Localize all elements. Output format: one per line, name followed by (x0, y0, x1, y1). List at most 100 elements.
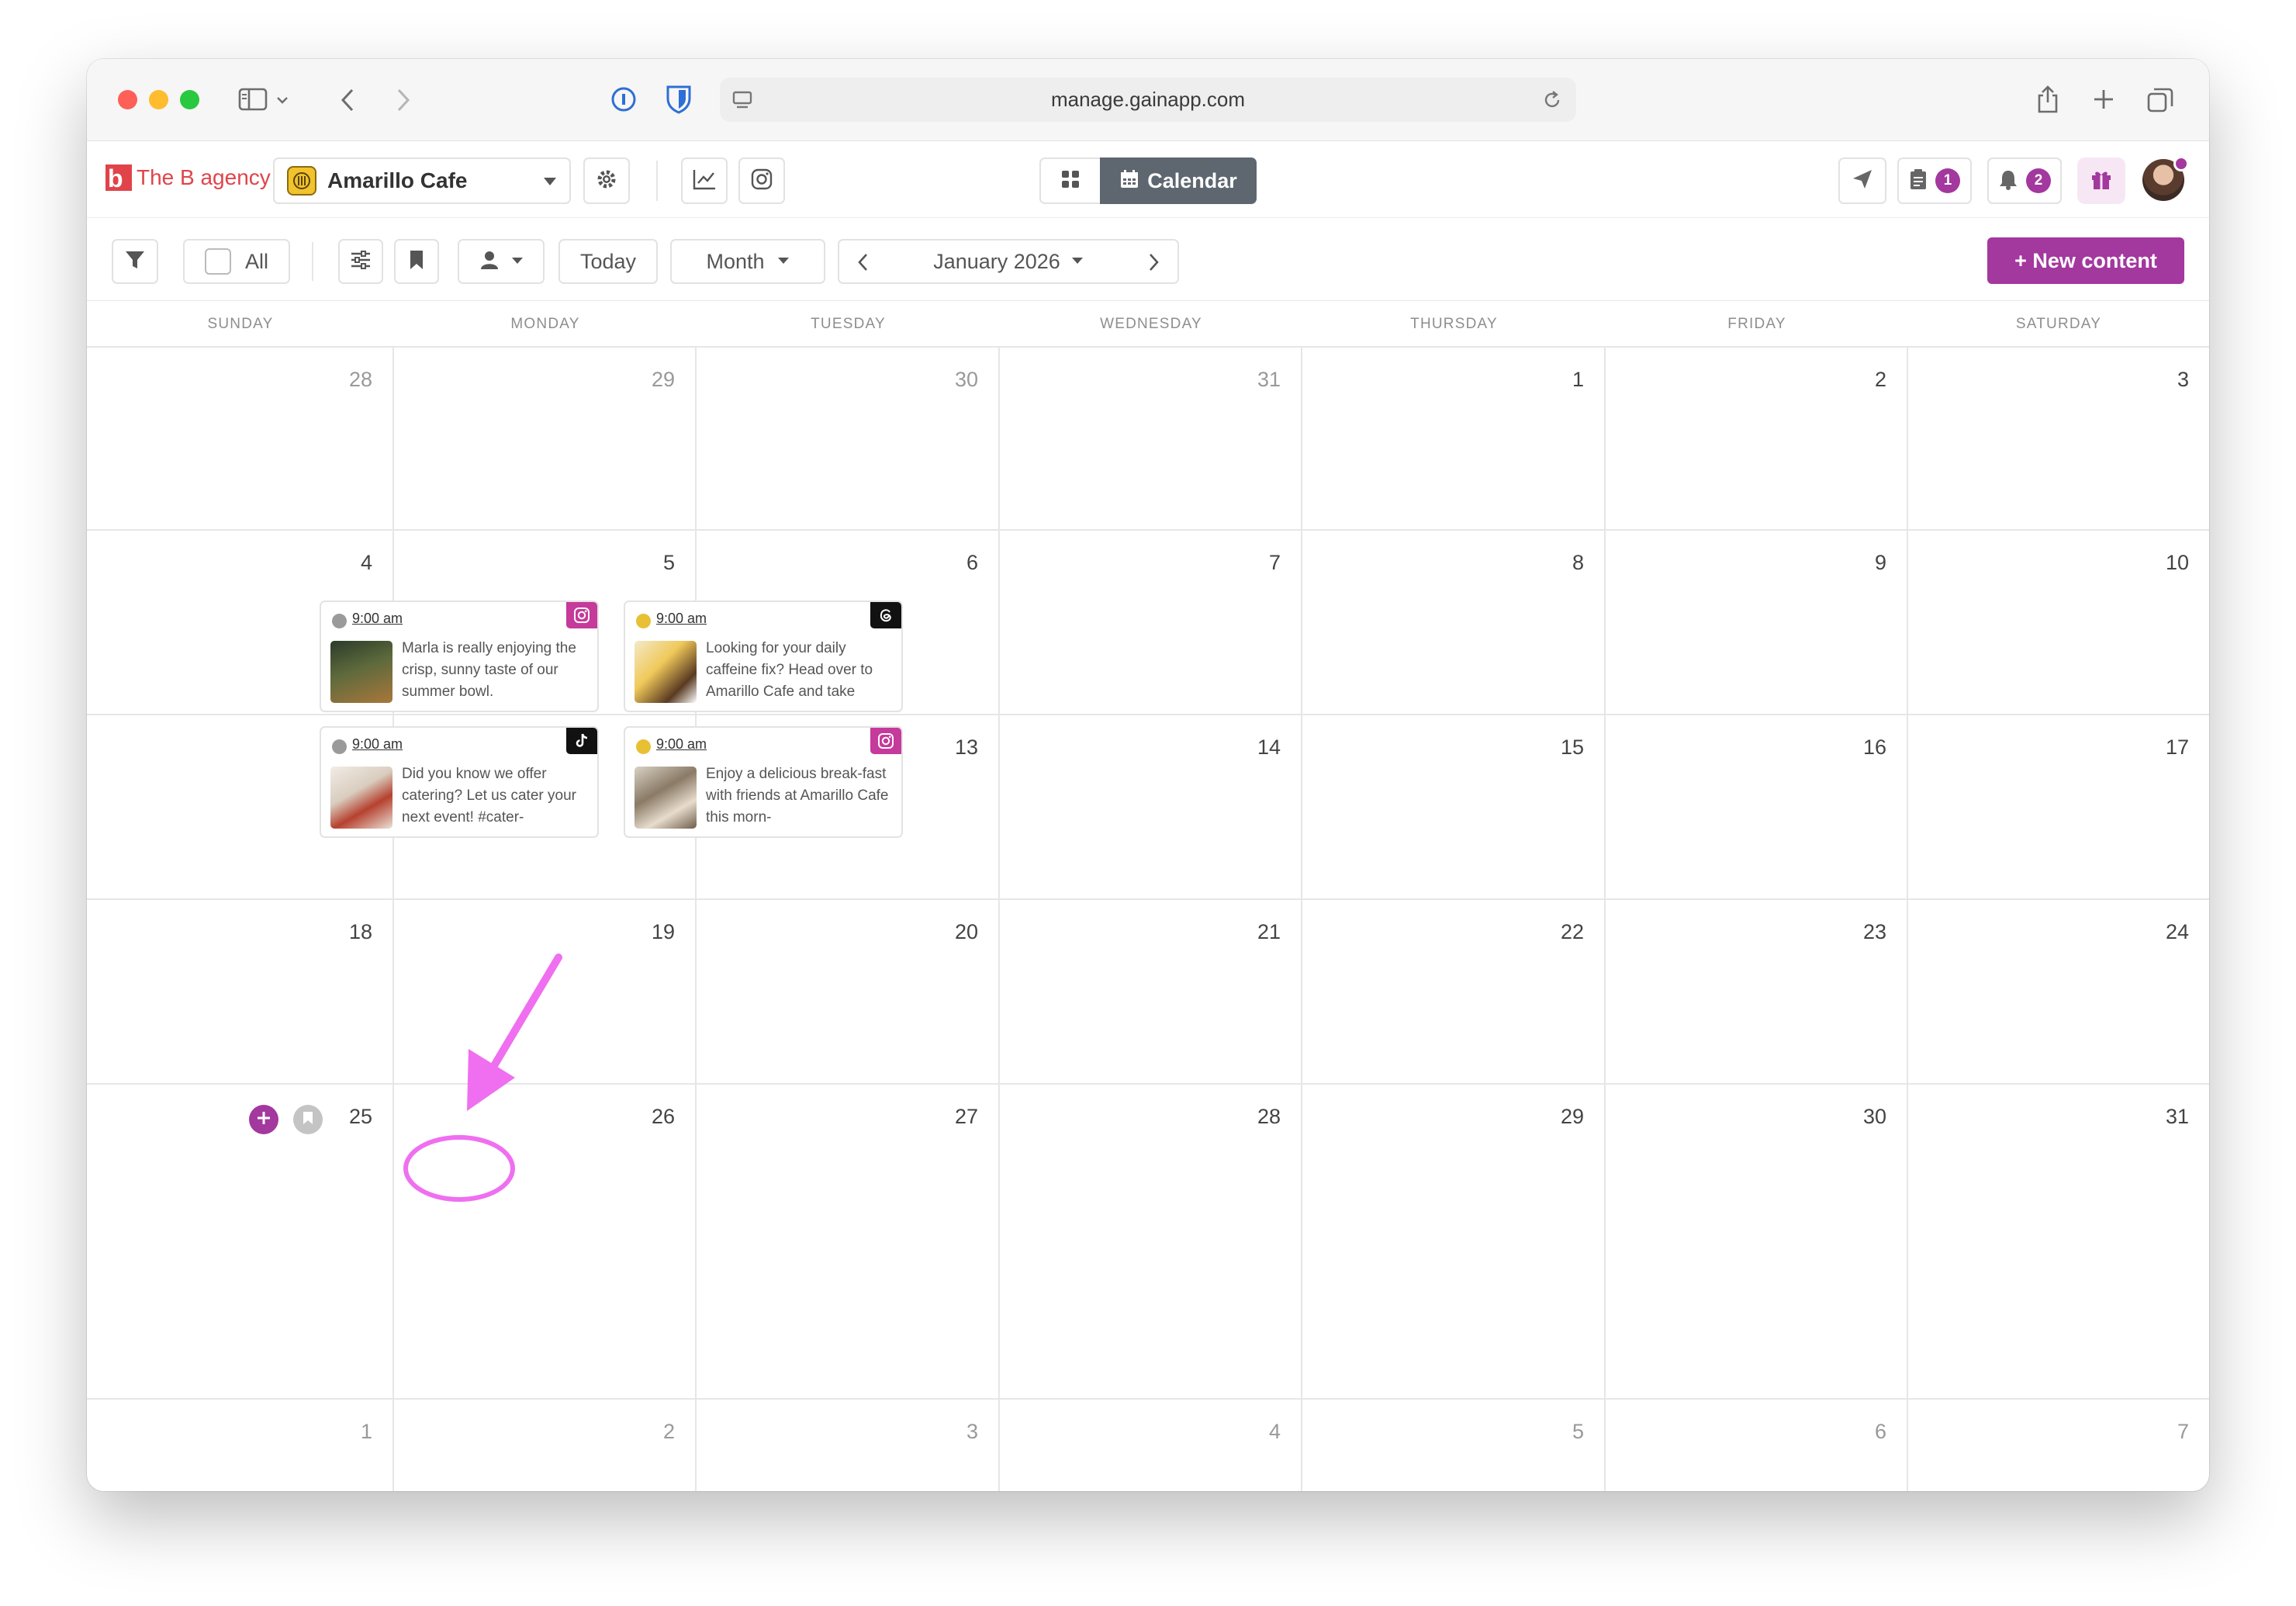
save-day-button[interactable] (293, 1105, 323, 1134)
day-cell[interactable]: 9 (1606, 531, 1908, 715)
day-number: 3 (966, 1420, 978, 1443)
today-label: Today (579, 249, 637, 273)
day-cell[interactable]: 7 (1908, 1400, 2209, 1491)
zoom-window-button[interactable] (180, 90, 199, 109)
post-time-link[interactable]: 9:00 am (656, 736, 707, 753)
day-cell[interactable]: 20 (697, 900, 1000, 1085)
bell-icon (1998, 168, 2018, 194)
publish-button[interactable] (1838, 157, 1886, 204)
day-cell[interactable]: 5 (1302, 1400, 1606, 1491)
day-number: 25 (348, 1105, 372, 1128)
day-cell[interactable]: 17 (1908, 715, 2209, 900)
close-window-button[interactable] (118, 90, 137, 109)
post-card[interactable]: 9:00 am Marla is really enjoying the cris… (320, 601, 599, 712)
caret-down-icon (543, 176, 557, 190)
avatar[interactable] (2142, 156, 2189, 201)
post-time-link[interactable]: 9:00 am (352, 736, 403, 753)
bitwarden-shield-icon[interactable] (662, 82, 695, 116)
instagram-grid-button[interactable] (738, 157, 785, 204)
day-cell[interactable]: 19 (394, 900, 697, 1085)
filter-icon (124, 249, 146, 275)
instagram-icon (566, 602, 597, 628)
post-card[interactable]: 9:00 am Did you know we offer catering? L… (320, 726, 599, 838)
add-content-day-button[interactable] (249, 1105, 278, 1134)
day-cell[interactable]: 15 (1302, 715, 1606, 900)
day-number: 4 (360, 551, 372, 574)
day-cell[interactable]: 1 (87, 1400, 394, 1491)
day-cell[interactable]: 4 (1000, 1400, 1302, 1491)
share-icon[interactable] (2031, 81, 2065, 118)
brand-name: Amarillo Cafe (327, 168, 468, 192)
notifications-button[interactable]: 2 (1987, 157, 2062, 204)
today-button[interactable]: Today (558, 239, 658, 284)
day-cell[interactable]: 8 (1302, 531, 1606, 715)
day-cell[interactable]: 24 (1908, 900, 2209, 1085)
password-extension-icon[interactable] (608, 84, 639, 115)
saved-filters-button[interactable] (394, 239, 439, 284)
day-cell[interactable]: 22 (1302, 900, 1606, 1085)
day-cell[interactable]: 31 (1908, 1085, 2209, 1400)
status-dot (636, 614, 651, 628)
day-cell[interactable]: 6 (1606, 1400, 1908, 1491)
day-number: 19 (651, 920, 675, 943)
tab-overview-icon[interactable] (2144, 84, 2177, 116)
select-all-toggle[interactable]: All (183, 239, 290, 284)
day-cell[interactable]: 31 (1000, 348, 1302, 531)
post-card[interactable]: 9:00 am Looking for your daily caffeine f… (624, 601, 903, 712)
grid-view-button[interactable] (1039, 157, 1101, 204)
minimize-window-button[interactable] (149, 90, 168, 109)
day-cell[interactable]: 16 (1606, 715, 1908, 900)
day-cell[interactable]: 1 (1302, 348, 1606, 531)
sidebar-icon[interactable] (236, 84, 270, 115)
weekday-header-tuesday: TUESDAY (811, 316, 886, 332)
post-card[interactable]: 9:00 am Enjoy a delicious break-fast with… (624, 726, 903, 838)
period-label[interactable]: January 2026 (933, 250, 1060, 274)
day-cell[interactable]: 21 (1000, 900, 1302, 1085)
day-cell[interactable]: 3 (1908, 348, 2209, 531)
calendar-view-button[interactable]: Calendar (1100, 157, 1257, 204)
day-cell[interactable]: 30 (1606, 1085, 1908, 1400)
day-number: 5 (662, 551, 675, 574)
back-icon[interactable] (334, 84, 361, 116)
brand-settings-button[interactable] (583, 157, 630, 204)
agency-switcher[interactable]: b The B agency (105, 157, 271, 198)
page-settings-icon[interactable] (729, 87, 756, 113)
day-cell[interactable]: 26 (394, 1085, 697, 1400)
new-tab-icon[interactable] (2088, 84, 2119, 115)
day-cell[interactable]: 28 (87, 348, 394, 531)
day-cell[interactable]: 7 (1000, 531, 1302, 715)
day-cell[interactable]: 28 (1000, 1085, 1302, 1400)
day-cell[interactable]: 3 (697, 1400, 1000, 1491)
day-cell[interactable]: 2 (1606, 348, 1908, 531)
settings-sliders-button[interactable] (338, 239, 383, 284)
analytics-button[interactable] (681, 157, 728, 204)
previous-period-button[interactable] (847, 247, 878, 278)
new-content-button[interactable]: + New content (1987, 237, 2184, 284)
user-filter-button[interactable] (458, 239, 545, 284)
chevron-down-icon[interactable] (273, 88, 292, 112)
next-period-button[interactable] (1139, 247, 1170, 278)
address-bar[interactable]: manage.gainapp.com (720, 78, 1576, 122)
day-cell[interactable]: 23 (1606, 900, 1908, 1085)
day-cell[interactable]: 14 (1000, 715, 1302, 900)
forward-icon[interactable] (389, 84, 417, 116)
gift-button[interactable] (2077, 157, 2125, 204)
post-time-link[interactable]: 9:00 am (656, 611, 707, 627)
day-cell[interactable]: 27 (697, 1085, 1000, 1400)
day-cell[interactable]: 18 (87, 900, 394, 1085)
filter-button[interactable] (112, 239, 158, 284)
select-all-checkbox[interactable] (204, 248, 231, 275)
day-cell[interactable]: 29 (394, 348, 697, 531)
day-cell[interactable]: 25 (87, 1085, 394, 1400)
reload-icon[interactable] (1539, 87, 1565, 113)
day-cell[interactable]: 10 (1908, 531, 2209, 715)
post-time-link[interactable]: 9:00 am (352, 611, 403, 627)
day-cell[interactable]: 30 (697, 348, 1000, 531)
send-icon (1851, 168, 1874, 195)
drafts-button[interactable]: 1 (1897, 157, 1972, 204)
view-mode-select[interactable]: Month (670, 239, 825, 284)
day-cell[interactable]: 29 (1302, 1085, 1606, 1400)
day-cell[interactable]: 2 (394, 1400, 697, 1491)
day-number: 26 (651, 1105, 675, 1128)
brand-select[interactable]: Amarillo Cafe (273, 157, 571, 204)
